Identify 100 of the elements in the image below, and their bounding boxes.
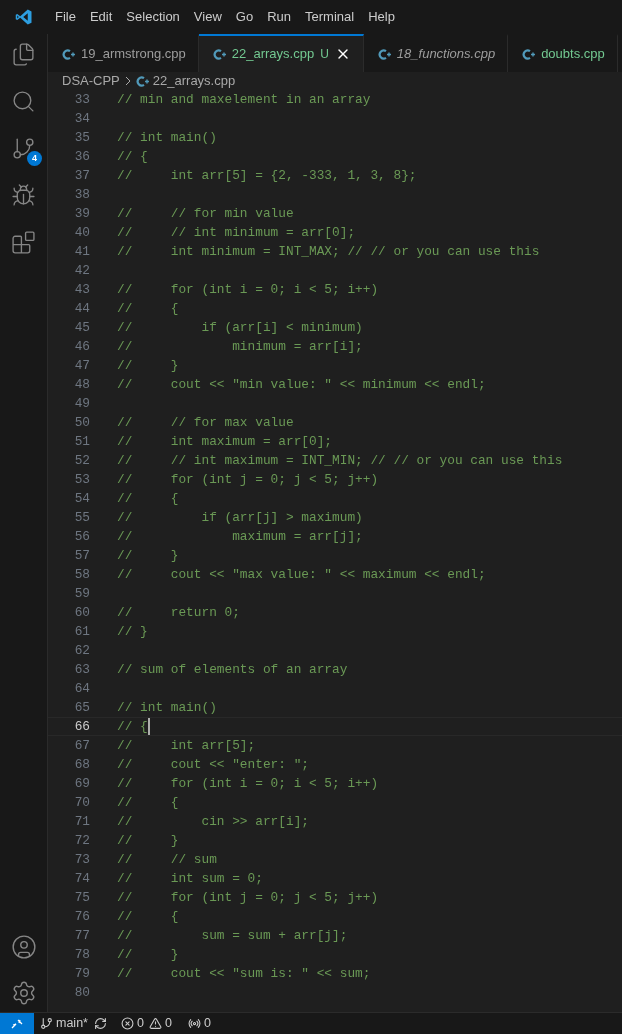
code-line: // minimum = arr[i]; (117, 337, 363, 356)
code-line: // for (int j = 0; j < 5; j++) (117, 888, 379, 907)
line-number: 79 (73, 964, 90, 983)
line-number: 38 (73, 185, 90, 204)
notification-badge: 4 (27, 151, 42, 166)
menu-item[interactable]: Selection (119, 7, 187, 27)
line-number: 41 (73, 242, 90, 261)
menu-item[interactable]: Run (260, 7, 298, 27)
code-line: // } (117, 356, 179, 375)
line-number: 55 (73, 508, 90, 527)
line-number: 61 (73, 622, 90, 641)
line-number: 64 (73, 679, 90, 698)
line-number: 68 (73, 755, 90, 774)
chevron-icon (123, 76, 132, 86)
line-number: 80 (73, 983, 90, 1002)
sync-icon[interactable] (93, 1017, 107, 1030)
code-line: // } (117, 831, 179, 850)
code-line: // { (117, 793, 179, 812)
code-line: // { (117, 299, 179, 318)
line-number: 74 (73, 869, 90, 888)
source-control-icon[interactable] (11, 136, 36, 161)
code-line: // sum of elements of an array (117, 660, 348, 679)
code-line: // } (117, 622, 148, 641)
line-number: 73 (73, 850, 90, 869)
menu-item[interactable]: Help (361, 7, 402, 27)
line-number: 63 (73, 660, 90, 679)
code-line: // int sum = 0; (117, 869, 263, 888)
code-line: // return 0; (117, 603, 240, 622)
line-number: 70 (73, 793, 90, 812)
code-line: // { (117, 489, 179, 508)
code-line: // // sum (117, 850, 217, 869)
line-number: 62 (73, 641, 90, 660)
line-number: 36 (73, 147, 90, 166)
code-line: // int main() (117, 128, 217, 147)
line-number: 77 (73, 926, 90, 945)
line-number: 40 (73, 223, 90, 242)
cpp-file-icon (212, 47, 226, 61)
code-line: // if (arr[i] < minimum) (117, 318, 363, 337)
code-line: // cout << "max value: " << maximum << endl; (117, 565, 486, 584)
search-icon[interactable] (11, 89, 36, 114)
line-number: 50 (73, 413, 90, 432)
code-line: // // for min value (117, 204, 294, 223)
line-number: 43 (73, 280, 90, 299)
line-number: 47 (73, 356, 90, 375)
menu-item[interactable]: File (48, 7, 83, 27)
line-number: 48 (73, 375, 90, 394)
line-number: 78 (73, 945, 90, 964)
line-number: 72 (73, 831, 90, 850)
antenna-icon (187, 1017, 201, 1030)
warning-icon (148, 1017, 162, 1030)
code-line: // for (int i = 0; i < 5; i++) (117, 774, 379, 793)
line-number: 45 (73, 318, 90, 337)
line-number: 60 (73, 603, 90, 622)
code-line: // { (117, 907, 179, 926)
cpp-file-icon (62, 47, 75, 61)
code-line: // // int maximum = INT_MIN; // // or you can use this (117, 451, 563, 470)
line-number: 54 (73, 489, 90, 508)
line-number: 66 (73, 717, 90, 736)
extensions-icon[interactable] (11, 230, 36, 255)
line-number: 51 (73, 432, 90, 451)
branch-icon (40, 1017, 53, 1030)
line-number: 71 (73, 812, 90, 831)
code-line: // int maximum = arr[0]; (117, 432, 333, 451)
menu-item[interactable]: Terminal (298, 7, 362, 27)
line-number: 69 (73, 774, 90, 793)
code-line: // { (117, 717, 148, 736)
line-number: 67 (73, 736, 90, 755)
cpp-file-icon (377, 47, 391, 61)
line-number: 46 (73, 337, 90, 356)
breadcrumb-file[interactable]: 22_arrays.cpp (152, 71, 236, 91)
accounts-icon[interactable] (10, 934, 37, 960)
code-line: // cout << "min value: " << minimum << endl; (117, 375, 486, 394)
code-line: // // int minimum = arr[0]; (117, 223, 356, 242)
line-number: 34 (73, 109, 90, 128)
line-number: 35 (73, 128, 90, 147)
line-number: 58 (73, 565, 90, 584)
code-line: // { (117, 147, 148, 166)
line-number: 39 (73, 204, 90, 223)
code-line: // sum = sum + arr[j]; (117, 926, 348, 945)
branch-button[interactable]: main* (34, 1014, 88, 1033)
line-number: 56 (73, 527, 90, 546)
line-number: 76 (73, 907, 90, 926)
breadcrumb-folder[interactable]: DSA-CPP (62, 71, 120, 91)
line-number: 42 (73, 261, 90, 280)
settings-icon[interactable] (10, 980, 37, 1006)
cpp-file-icon (522, 47, 536, 61)
menu-item[interactable]: View (186, 7, 229, 27)
explorer-icon[interactable] (11, 42, 36, 67)
code-line: // for (int j = 0; j < 5; j++) (117, 470, 379, 489)
line-number: 57 (73, 546, 90, 565)
line-number: 65 (73, 698, 90, 717)
ports-button[interactable]: 0 (187, 1014, 211, 1033)
editor-tab[interactable]: 22_arrays.cpp U (198, 34, 364, 72)
run-debug-icon[interactable] (11, 183, 36, 208)
menu-item[interactable]: Go (228, 7, 261, 27)
code-line: // if (arr[j] > maximum) (117, 508, 363, 527)
problems-button[interactable]: 0 0 (120, 1014, 172, 1033)
menu-item[interactable]: Edit (82, 7, 120, 27)
code-line: // maximum = arr[j]; (117, 527, 363, 546)
error-icon (120, 1017, 134, 1030)
